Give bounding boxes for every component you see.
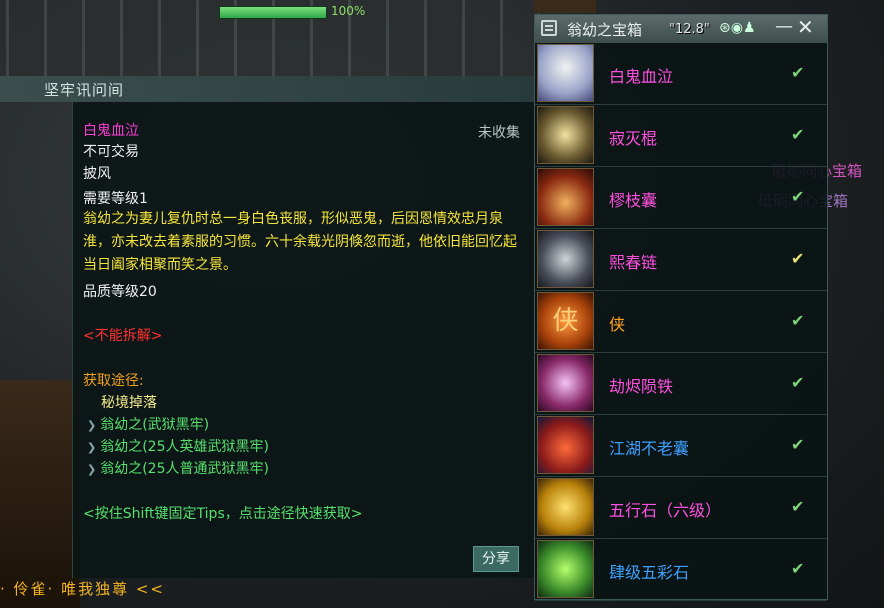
arrow-icon: ❯: [87, 419, 97, 432]
red-bag-icon: [537, 416, 594, 474]
trade-restriction: 不可交易: [83, 144, 139, 160]
loot-row[interactable]: 熙春链 ✔: [535, 229, 827, 291]
xia-emblem-icon: 侠: [537, 292, 594, 350]
loot-name: 熙春链: [609, 253, 658, 272]
loot-name: 樛枝囊: [609, 191, 658, 210]
source-link-label[interactable]: 翁幼之(25人普通武狱黑牢): [100, 461, 269, 477]
required-level: 需要等级1: [83, 191, 148, 207]
arrow-icon: ❯: [87, 463, 97, 476]
target-health-bar: [219, 6, 327, 19]
loot-name: 白鬼血泣: [609, 67, 674, 86]
chat-line: · 伶雀· 唯我独尊 <<: [0, 580, 165, 598]
source-type: 秘境掉落: [101, 395, 157, 411]
loot-row[interactable]: 五行石（六级） ✔: [535, 477, 827, 539]
loot-name: 江湖不老囊: [609, 439, 690, 458]
source-link-label[interactable]: 翁幼之(武狱黑牢): [100, 417, 209, 433]
item-slot: 披风: [83, 166, 111, 182]
check-icon: ✔: [791, 63, 805, 82]
five-element-stone-icon: [537, 478, 594, 536]
fps-readout: "12.8": [669, 22, 710, 37]
check-icon: ✔: [791, 125, 805, 144]
item-description: 翁幼之为妻儿复仇时总一身白色丧服，形似恶鬼，后因恩情效忠月泉淮，亦未改去着素服的…: [83, 211, 517, 273]
source-title: 获取途径:: [83, 373, 144, 389]
arrow-icon: ❯: [87, 441, 97, 454]
quality-level: 品质等级20: [83, 284, 157, 300]
chain-icon: [537, 230, 594, 288]
item-tooltip: 白鬼血泣 未收集 不可交易 披风 需要等级1 翁幼之为妻儿复仇时总一身白色丧服，…: [72, 102, 536, 578]
check-icon: ✔: [791, 559, 805, 578]
loot-name: 肆级五彩石: [609, 563, 690, 582]
tooltip-header: 坚牢讯问间: [0, 76, 535, 102]
share-button[interactable]: 分享: [473, 546, 519, 572]
loot-name: 五行石（六级）: [609, 501, 722, 520]
minimize-icon[interactable]: —: [775, 16, 793, 37]
check-icon: ✔: [791, 497, 805, 516]
check-icon: ✔: [791, 311, 805, 330]
loot-row[interactable]: 樛枝囊 ✔: [535, 167, 827, 229]
tooltip-hint: <按住Shift键固定Tips，点击途径快速获取>: [83, 506, 363, 522]
source-link[interactable]: ❯ 翁幼之(25人英雄武狱黑牢): [87, 438, 269, 457]
target-health-fill: [220, 7, 326, 18]
background-scene: [0, 380, 80, 608]
collection-status: 未收集: [478, 125, 520, 141]
loot-row[interactable]: 江湖不老囊 ✔: [535, 415, 827, 477]
chest-title: 翁幼之宝箱: [567, 21, 643, 39]
check-icon: ✔: [791, 249, 805, 268]
ghost-cloak-icon: [537, 44, 594, 102]
loot-row[interactable]: 寂灭棍 ✔: [535, 105, 827, 167]
menu-icon[interactable]: [541, 20, 557, 36]
source-link[interactable]: ❯ 翁幼之(武狱黑牢): [87, 416, 209, 435]
source-link[interactable]: ❯ 翁幼之(25人普通武狱黑牢): [87, 460, 269, 479]
loot-row[interactable]: 侠 侠 ✔: [535, 291, 827, 353]
location-title: 坚牢讯问间: [44, 81, 125, 99]
target-health-percent: 100%: [331, 4, 366, 18]
pet-icon: ⊛◉♟: [719, 20, 756, 36]
loot-name: 侠: [609, 315, 626, 334]
panel-stub: [534, 0, 596, 13]
loot-chest-panel: 翁幼之宝箱 "12.8" ⊛◉♟ — ✕ 白鬼血泣 ✔ 寂灭棍 ✔ 樛枝囊 ✔ …: [534, 14, 828, 601]
cannot-disassemble: <不能拆解>: [83, 328, 163, 344]
pouch-icon: [537, 168, 594, 226]
staff-icon: [537, 106, 594, 164]
colorful-stone-icon: [537, 540, 594, 598]
loot-name: 寂灭棍: [609, 129, 658, 148]
close-icon[interactable]: ✕: [797, 15, 814, 39]
source-link-label[interactable]: 翁幼之(25人英雄武狱黑牢): [100, 439, 269, 455]
item-name: 白鬼血泣: [83, 123, 139, 139]
loot-row[interactable]: 劫烬陨铁 ✔: [535, 353, 827, 415]
loot-row[interactable]: 白鬼血泣 ✔: [535, 43, 827, 105]
check-icon: ✔: [791, 187, 805, 206]
loot-row[interactable]: 肆级五彩石 ✔: [535, 539, 827, 601]
loot-name: 劫烬陨铁: [609, 377, 674, 396]
meteor-iron-icon: [537, 354, 594, 412]
chest-header: 翁幼之宝箱 "12.8" ⊛◉♟ — ✕: [535, 15, 827, 43]
check-icon: ✔: [791, 373, 805, 392]
check-icon: ✔: [791, 435, 805, 454]
